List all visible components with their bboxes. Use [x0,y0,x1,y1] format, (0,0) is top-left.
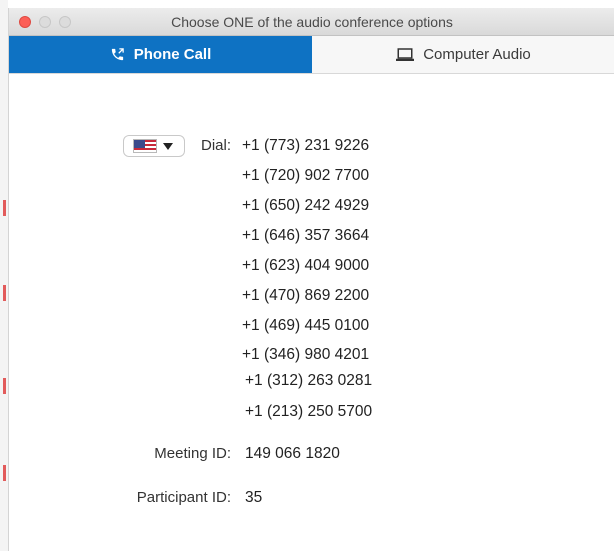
participant-id-label: Participant ID: [136,489,231,506]
background-marker [3,465,6,481]
dial-in-number: +1 (470) 869 2200 [242,287,370,304]
tab-phone-call[interactable]: Phone Call [9,36,312,73]
dial-label: Dial: [200,137,231,154]
phone-call-panel: Dial: +1 (773) 231 9226 +1 (720) 902 770… [9,74,614,551]
dial-in-number: +1 (213) 250 5700 [245,403,373,420]
background-marker [3,378,6,394]
title-bar: Choose ONE of the audio conference optio… [9,8,614,36]
tab-phone-call-label: Phone Call [133,46,212,63]
participant-id-value: 35 [245,489,263,506]
dial-in-number: +1 (623) 404 9000 [242,257,370,274]
window-title: Choose ONE of the audio conference optio… [171,14,453,30]
tab-computer-audio[interactable]: Computer Audio [312,36,614,73]
phone-icon [111,48,124,61]
meeting-id-label: Meeting ID: [154,445,231,462]
caret-down-icon [163,142,173,150]
us-flag-icon [133,139,157,153]
dial-in-number: +1 (720) 902 7700 [242,167,370,184]
dial-in-number: +1 (646) 357 3664 [242,227,370,244]
audio-tabs: Phone Call Computer Audio [9,36,614,74]
background-marker [3,200,6,216]
audio-options-window: Choose ONE of the audio conference optio… [8,8,614,551]
background-marker [3,285,6,301]
laptop-icon [396,47,415,61]
dial-in-number: +1 (650) 242 4929 [242,197,370,214]
dial-in-number: +1 (773) 231 9226 [242,137,370,154]
dial-in-number: +1 (346) 980 4201 [242,346,370,363]
dial-in-number: +1 (469) 445 0100 [242,317,370,334]
tab-computer-audio-label: Computer Audio [423,46,531,63]
meeting-id-value: 149 066 1820 [245,445,340,462]
dial-in-number: +1 (312) 263 0281 [245,372,373,389]
background-window-edge [0,0,8,551]
country-select[interactable] [123,135,185,157]
